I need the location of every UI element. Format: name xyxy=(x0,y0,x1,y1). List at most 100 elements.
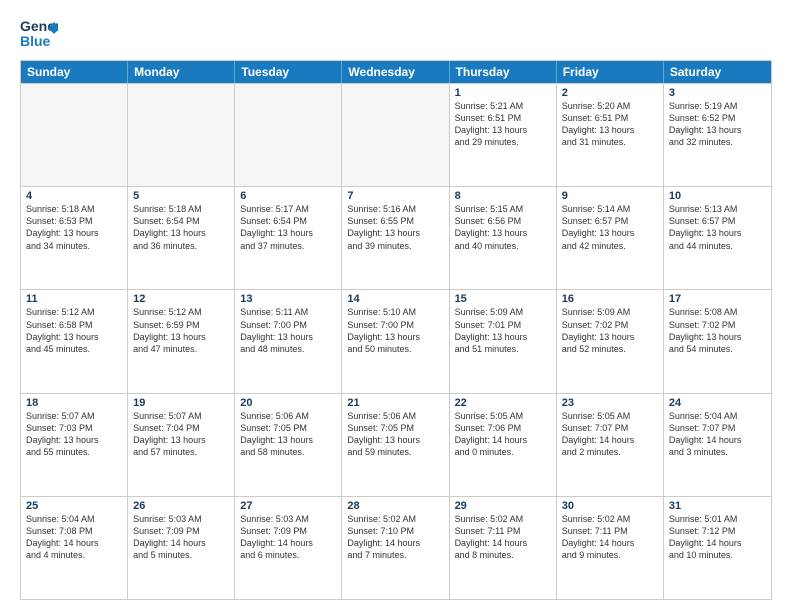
calendar-cell-empty xyxy=(235,84,342,186)
calendar-cell-empty xyxy=(128,84,235,186)
day-info: Sunrise: 5:11 AM Sunset: 7:00 PM Dayligh… xyxy=(240,306,336,355)
day-number: 20 xyxy=(240,397,336,409)
day-info: Sunrise: 5:04 AM Sunset: 7:07 PM Dayligh… xyxy=(669,410,766,459)
calendar-cell-day-8: 8Sunrise: 5:15 AM Sunset: 6:56 PM Daylig… xyxy=(450,187,557,289)
calendar-cell-day-24: 24Sunrise: 5:04 AM Sunset: 7:07 PM Dayli… xyxy=(664,394,771,496)
day-number: 30 xyxy=(562,500,658,512)
day-number: 11 xyxy=(26,293,122,305)
day-number: 23 xyxy=(562,397,658,409)
day-info: Sunrise: 5:10 AM Sunset: 7:00 PM Dayligh… xyxy=(347,306,443,355)
day-number: 7 xyxy=(347,190,443,202)
day-number: 9 xyxy=(562,190,658,202)
calendar-cell-day-14: 14Sunrise: 5:10 AM Sunset: 7:00 PM Dayli… xyxy=(342,290,449,392)
calendar-row-3: 11Sunrise: 5:12 AM Sunset: 6:58 PM Dayli… xyxy=(21,289,771,392)
calendar-cell-day-12: 12Sunrise: 5:12 AM Sunset: 6:59 PM Dayli… xyxy=(128,290,235,392)
svg-text:Blue: Blue xyxy=(20,33,51,49)
day-info: Sunrise: 5:08 AM Sunset: 7:02 PM Dayligh… xyxy=(669,306,766,355)
day-number: 21 xyxy=(347,397,443,409)
day-info: Sunrise: 5:07 AM Sunset: 7:03 PM Dayligh… xyxy=(26,410,122,459)
day-info: Sunrise: 5:21 AM Sunset: 6:51 PM Dayligh… xyxy=(455,100,551,149)
day-number: 27 xyxy=(240,500,336,512)
day-number: 26 xyxy=(133,500,229,512)
calendar-cell-day-4: 4Sunrise: 5:18 AM Sunset: 6:53 PM Daylig… xyxy=(21,187,128,289)
day-number: 17 xyxy=(669,293,766,305)
day-number: 16 xyxy=(562,293,658,305)
calendar-cell-day-6: 6Sunrise: 5:17 AM Sunset: 6:54 PM Daylig… xyxy=(235,187,342,289)
day-number: 22 xyxy=(455,397,551,409)
calendar-cell-day-23: 23Sunrise: 5:05 AM Sunset: 7:07 PM Dayli… xyxy=(557,394,664,496)
day-info: Sunrise: 5:09 AM Sunset: 7:01 PM Dayligh… xyxy=(455,306,551,355)
logo: General Blue xyxy=(20,16,58,52)
day-number: 3 xyxy=(669,87,766,99)
day-info: Sunrise: 5:03 AM Sunset: 7:09 PM Dayligh… xyxy=(240,513,336,562)
calendar-cell-day-9: 9Sunrise: 5:14 AM Sunset: 6:57 PM Daylig… xyxy=(557,187,664,289)
day-info: Sunrise: 5:05 AM Sunset: 7:06 PM Dayligh… xyxy=(455,410,551,459)
calendar-cell-day-2: 2Sunrise: 5:20 AM Sunset: 6:51 PM Daylig… xyxy=(557,84,664,186)
day-number: 14 xyxy=(347,293,443,305)
day-info: Sunrise: 5:02 AM Sunset: 7:11 PM Dayligh… xyxy=(562,513,658,562)
day-info: Sunrise: 5:18 AM Sunset: 6:54 PM Dayligh… xyxy=(133,203,229,252)
day-number: 28 xyxy=(347,500,443,512)
day-info: Sunrise: 5:04 AM Sunset: 7:08 PM Dayligh… xyxy=(26,513,122,562)
day-info: Sunrise: 5:03 AM Sunset: 7:09 PM Dayligh… xyxy=(133,513,229,562)
calendar-cell-day-26: 26Sunrise: 5:03 AM Sunset: 7:09 PM Dayli… xyxy=(128,497,235,599)
day-number: 31 xyxy=(669,500,766,512)
day-info: Sunrise: 5:13 AM Sunset: 6:57 PM Dayligh… xyxy=(669,203,766,252)
calendar-cell-day-7: 7Sunrise: 5:16 AM Sunset: 6:55 PM Daylig… xyxy=(342,187,449,289)
page: General Blue SundayMondayTuesdayWednesda… xyxy=(0,0,792,612)
calendar-row-4: 18Sunrise: 5:07 AM Sunset: 7:03 PM Dayli… xyxy=(21,393,771,496)
calendar-cell-day-1: 1Sunrise: 5:21 AM Sunset: 6:51 PM Daylig… xyxy=(450,84,557,186)
day-info: Sunrise: 5:02 AM Sunset: 7:11 PM Dayligh… xyxy=(455,513,551,562)
day-info: Sunrise: 5:07 AM Sunset: 7:04 PM Dayligh… xyxy=(133,410,229,459)
calendar-cell-day-11: 11Sunrise: 5:12 AM Sunset: 6:58 PM Dayli… xyxy=(21,290,128,392)
day-info: Sunrise: 5:17 AM Sunset: 6:54 PM Dayligh… xyxy=(240,203,336,252)
header-day-tuesday: Tuesday xyxy=(235,61,342,83)
calendar-cell-day-28: 28Sunrise: 5:02 AM Sunset: 7:10 PM Dayli… xyxy=(342,497,449,599)
header-day-friday: Friday xyxy=(557,61,664,83)
day-number: 13 xyxy=(240,293,336,305)
day-info: Sunrise: 5:12 AM Sunset: 6:58 PM Dayligh… xyxy=(26,306,122,355)
day-info: Sunrise: 5:15 AM Sunset: 6:56 PM Dayligh… xyxy=(455,203,551,252)
day-number: 6 xyxy=(240,190,336,202)
calendar-cell-day-22: 22Sunrise: 5:05 AM Sunset: 7:06 PM Dayli… xyxy=(450,394,557,496)
calendar-cell-day-3: 3Sunrise: 5:19 AM Sunset: 6:52 PM Daylig… xyxy=(664,84,771,186)
day-number: 25 xyxy=(26,500,122,512)
calendar-row-2: 4Sunrise: 5:18 AM Sunset: 6:53 PM Daylig… xyxy=(21,186,771,289)
day-info: Sunrise: 5:05 AM Sunset: 7:07 PM Dayligh… xyxy=(562,410,658,459)
day-number: 5 xyxy=(133,190,229,202)
day-info: Sunrise: 5:02 AM Sunset: 7:10 PM Dayligh… xyxy=(347,513,443,562)
calendar-cell-day-30: 30Sunrise: 5:02 AM Sunset: 7:11 PM Dayli… xyxy=(557,497,664,599)
calendar: SundayMondayTuesdayWednesdayThursdayFrid… xyxy=(20,60,772,600)
header-day-monday: Monday xyxy=(128,61,235,83)
day-info: Sunrise: 5:06 AM Sunset: 7:05 PM Dayligh… xyxy=(347,410,443,459)
day-info: Sunrise: 5:06 AM Sunset: 7:05 PM Dayligh… xyxy=(240,410,336,459)
calendar-cell-day-16: 16Sunrise: 5:09 AM Sunset: 7:02 PM Dayli… xyxy=(557,290,664,392)
calendar-cell-day-29: 29Sunrise: 5:02 AM Sunset: 7:11 PM Dayli… xyxy=(450,497,557,599)
header: General Blue xyxy=(20,16,772,52)
header-day-wednesday: Wednesday xyxy=(342,61,449,83)
calendar-cell-empty xyxy=(342,84,449,186)
day-number: 4 xyxy=(26,190,122,202)
day-number: 10 xyxy=(669,190,766,202)
header-day-saturday: Saturday xyxy=(664,61,771,83)
calendar-cell-empty xyxy=(21,84,128,186)
calendar-cell-day-21: 21Sunrise: 5:06 AM Sunset: 7:05 PM Dayli… xyxy=(342,394,449,496)
calendar-cell-day-20: 20Sunrise: 5:06 AM Sunset: 7:05 PM Dayli… xyxy=(235,394,342,496)
day-number: 15 xyxy=(455,293,551,305)
calendar-cell-day-25: 25Sunrise: 5:04 AM Sunset: 7:08 PM Dayli… xyxy=(21,497,128,599)
day-number: 29 xyxy=(455,500,551,512)
day-number: 8 xyxy=(455,190,551,202)
day-info: Sunrise: 5:14 AM Sunset: 6:57 PM Dayligh… xyxy=(562,203,658,252)
day-info: Sunrise: 5:12 AM Sunset: 6:59 PM Dayligh… xyxy=(133,306,229,355)
calendar-cell-day-15: 15Sunrise: 5:09 AM Sunset: 7:01 PM Dayli… xyxy=(450,290,557,392)
calendar-cell-day-19: 19Sunrise: 5:07 AM Sunset: 7:04 PM Dayli… xyxy=(128,394,235,496)
calendar-header: SundayMondayTuesdayWednesdayThursdayFrid… xyxy=(21,61,771,83)
day-info: Sunrise: 5:20 AM Sunset: 6:51 PM Dayligh… xyxy=(562,100,658,149)
day-info: Sunrise: 5:09 AM Sunset: 7:02 PM Dayligh… xyxy=(562,306,658,355)
day-number: 12 xyxy=(133,293,229,305)
day-number: 2 xyxy=(562,87,658,99)
logo-svg: General Blue xyxy=(20,16,58,52)
header-day-thursday: Thursday xyxy=(450,61,557,83)
day-number: 19 xyxy=(133,397,229,409)
calendar-row-1: 1Sunrise: 5:21 AM Sunset: 6:51 PM Daylig… xyxy=(21,83,771,186)
